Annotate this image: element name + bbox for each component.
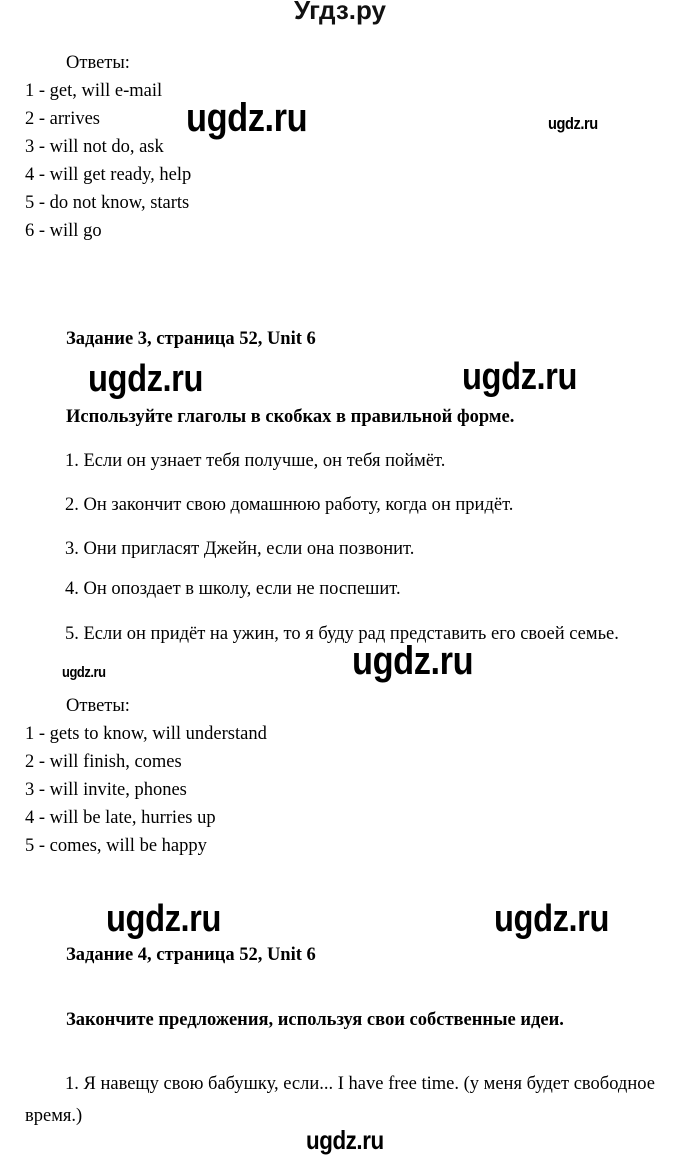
task3-sentence: 1. Если он узнает тебя получше, он тебя … [65, 451, 446, 471]
watermark: ugdz.ru [106, 898, 221, 940]
task3-sentence: 5. Если он придёт на ужин, то я буду рад… [65, 624, 619, 644]
page-canvas: Угдз.ру Ответы: 1 - get, will e-mail 2 -… [0, 0, 680, 1157]
answers-title-1: Ответы: [66, 53, 130, 73]
task3-sentence: 3. Они пригласят Джейн, если она позвони… [65, 539, 415, 559]
answer-line: 4 - will be late, hurries up [25, 808, 216, 828]
site-logo: Угдз.ру [294, 0, 386, 25]
watermark: ugdz.ru [494, 898, 609, 940]
task4-instruction: Закончите предложения, используя свои со… [66, 1010, 564, 1030]
task3-sentence: 4. Он опоздает в школу, если не поспешит… [65, 579, 401, 599]
answer-line: 3 - will not do, ask [25, 137, 164, 157]
answer-line: 4 - will get ready, help [25, 165, 192, 185]
task3-answers-title: Ответы: [66, 696, 130, 716]
answer-line: 5 - comes, will be happy [25, 836, 207, 856]
task3-sentence: 2. Он закончит свою домашнюю работу, ког… [65, 495, 514, 515]
watermark: ugdz.ru [88, 358, 203, 400]
answer-line: 2 - arrives [25, 109, 100, 129]
answer-line: 5 - do not know, starts [25, 193, 190, 213]
answer-line: 2 - will finish, comes [25, 752, 182, 772]
answer-line: 3 - will invite, phones [25, 780, 187, 800]
answer-line: 1 - get, will e-mail [25, 81, 163, 101]
task3-instruction: Используйте глаголы в скобках в правильн… [66, 407, 515, 427]
answer-line: 1 - gets to know, will understand [25, 724, 267, 744]
watermark: ugdz.ru [548, 114, 598, 133]
watermark: ugdz.ru [186, 96, 308, 140]
answer-line: 6 - will go [25, 221, 102, 241]
watermark: ugdz.ru [462, 356, 577, 398]
watermark: ugdz.ru [62, 664, 106, 681]
task3-heading: Задание 3, страница 52, Unit 6 [66, 329, 316, 349]
task4-sentence: 1. Я навещу свою бабушку, если... I have… [25, 1074, 655, 1126]
task4-heading: Задание 4, страница 52, Unit 6 [66, 945, 316, 965]
